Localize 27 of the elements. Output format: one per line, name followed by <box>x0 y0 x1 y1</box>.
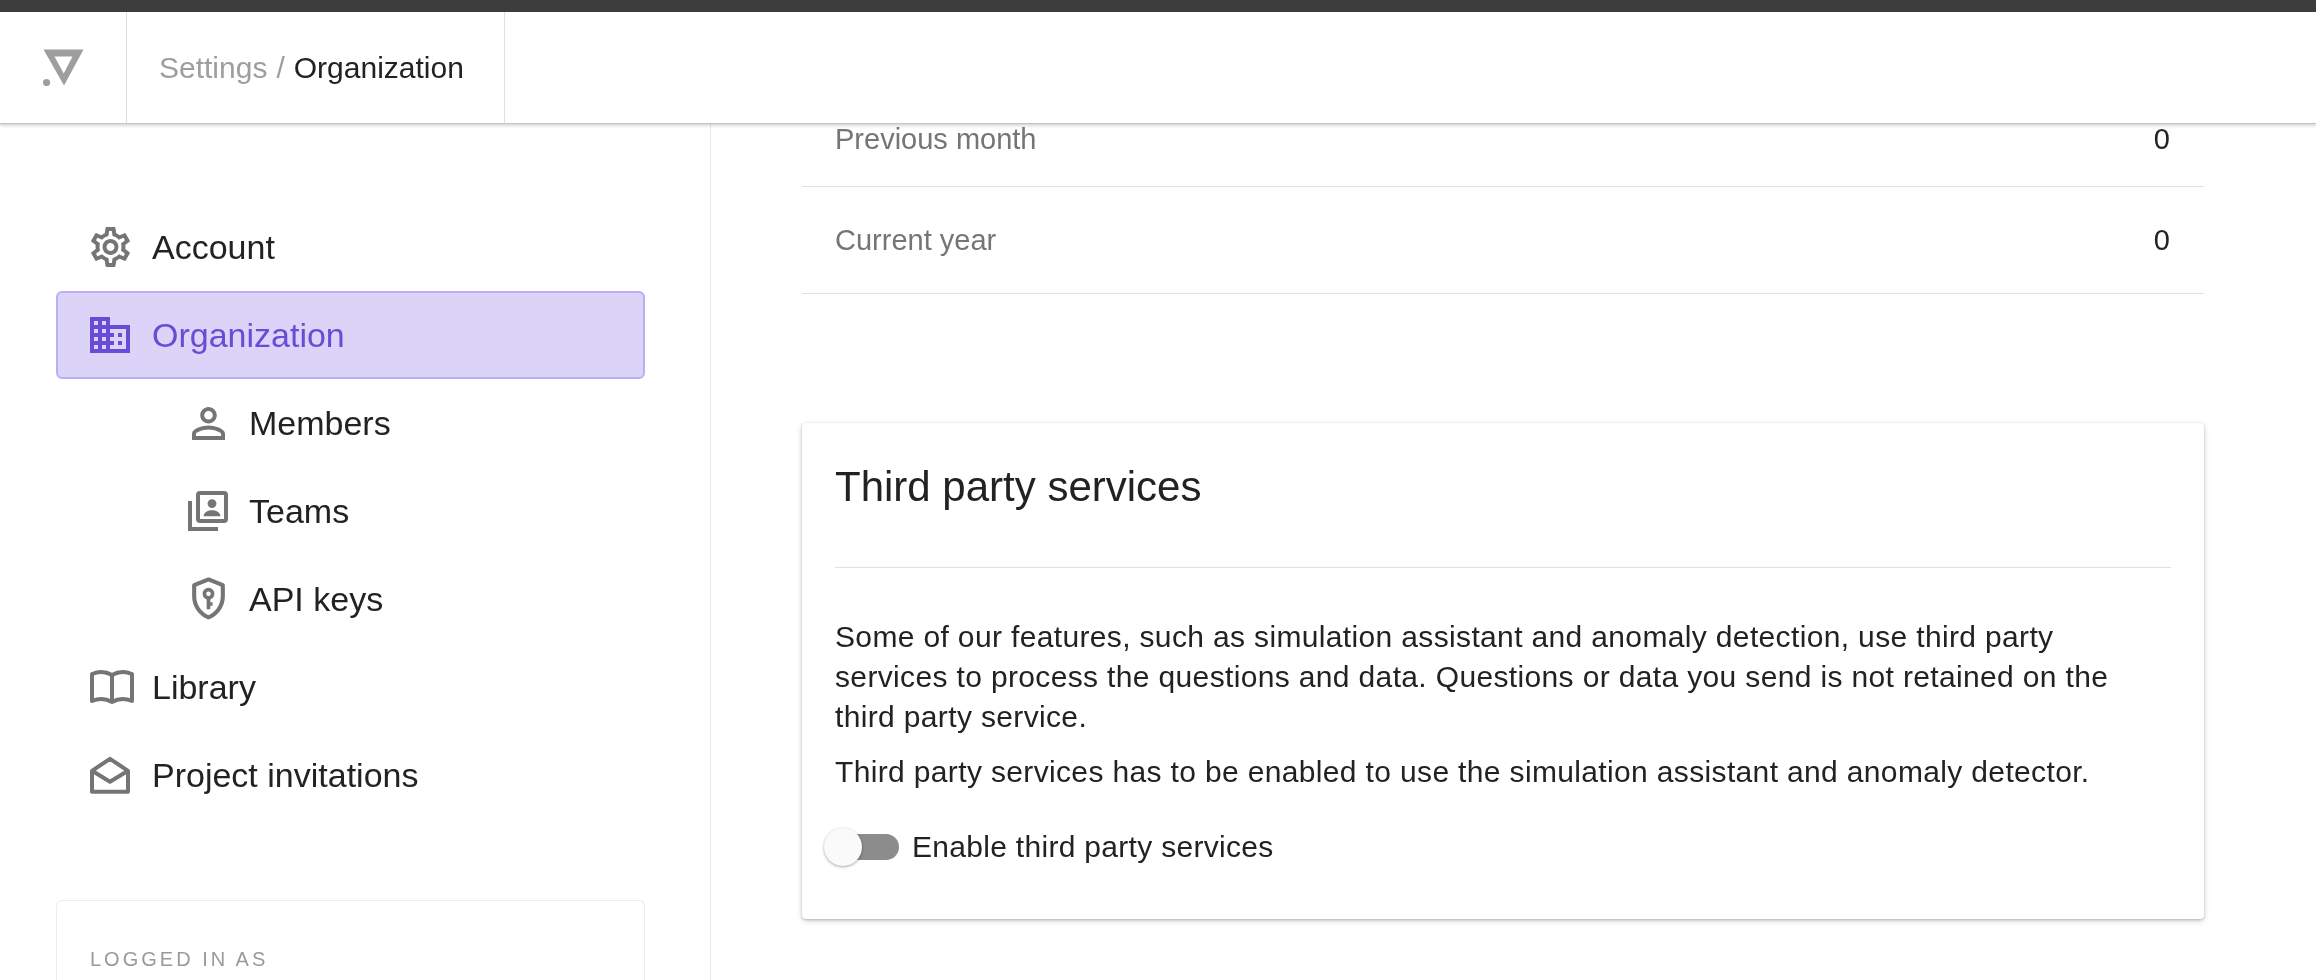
nav-item[interactable]: Project invitations <box>56 731 645 819</box>
envelope-icon <box>90 756 130 794</box>
description-text: Some of our features, such as simulation assistant and anomaly detection, use third party services to process the questions and data. Questions or data you send is not retained on the third party service. <box>835 619 2110 735</box>
row-value: 0 <box>2153 124 2170 154</box>
nav-item[interactable]: Library <box>56 643 645 731</box>
nav-item[interactable]: Account <box>56 203 645 291</box>
logged-in-label: LOGGED IN AS <box>90 947 269 971</box>
shield-key-icon <box>191 577 225 621</box>
breadcrumb-current: Organization <box>293 50 464 85</box>
building-icon <box>90 317 130 353</box>
book-icon <box>90 669 134 705</box>
logo-icon[interactable] <box>42 48 84 87</box>
portrait-stack-icon <box>188 491 228 531</box>
card-title: Third party services <box>835 463 1203 511</box>
nav-item[interactable]: Members <box>56 379 645 467</box>
row-label: Previous month <box>835 124 1037 154</box>
gear-icon <box>90 227 130 267</box>
nav-item[interactable]: API keys <box>56 555 645 643</box>
toggle-switch[interactable] <box>823 827 901 867</box>
nav-item[interactable]: Organization <box>56 291 645 379</box>
row-value: 0 <box>2153 225 2170 255</box>
row-label: Current year <box>835 225 997 255</box>
breadcrumb-separator: / <box>276 50 285 85</box>
person-icon <box>191 406 225 440</box>
nav-item[interactable]: Teams <box>56 467 645 555</box>
description-text: Third party services has to be enabled to use the simulation assistant and anomaly detector. <box>835 754 2091 790</box>
toggle-label: Enable third party services <box>912 830 1274 864</box>
